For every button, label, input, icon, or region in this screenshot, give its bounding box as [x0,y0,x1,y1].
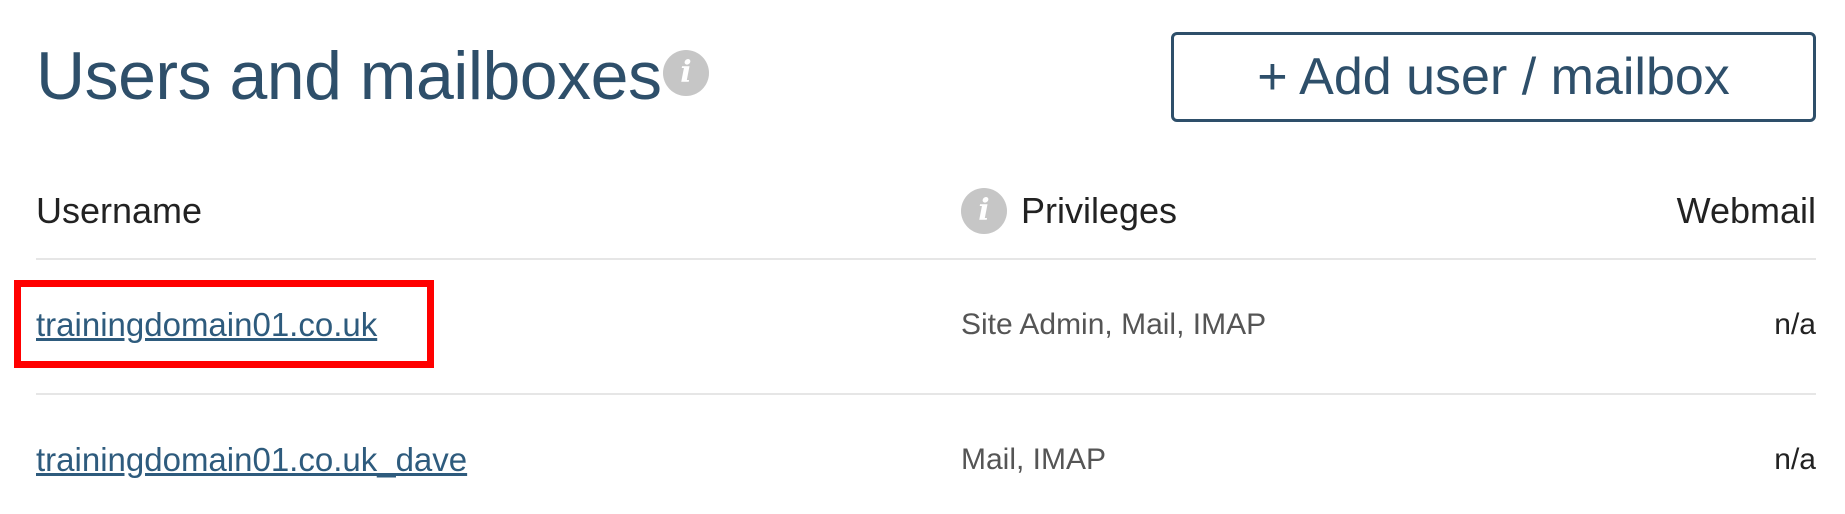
table-header: Username i Privileges Webmail [36,168,1816,260]
info-icon[interactable]: i [961,188,1007,234]
webmail-cell: n/a [1774,443,1816,476]
username-link[interactable]: trainingdomain01.co.uk_dave [36,441,467,479]
users-table: Username i Privileges Webmail trainingdo… [14,168,1816,514]
privileges-cell: Site Admin, Mail, IMAP [961,308,1267,341]
column-header-privileges: Privileges [1021,190,1178,231]
column-header-webmail: Webmail [1676,190,1816,231]
privileges-cell: Mail, IMAP [961,443,1107,476]
page-header: Users and mailboxes i + Add user / mailb… [36,32,1816,142]
table-row: trainingdomain01.co.uk Site Admin, Mail,… [14,260,1816,395]
users-mailboxes-page: Users and mailboxes i + Add user / mailb… [0,0,1845,514]
username-link[interactable]: trainingdomain01.co.uk [36,306,377,344]
page-title: Users and mailboxes [36,38,662,114]
webmail-cell: n/a [1774,308,1816,341]
info-icon[interactable]: i [663,50,709,96]
column-header-username: Username [36,190,203,231]
add-user-mailbox-button[interactable]: + Add user / mailbox [1171,32,1816,122]
table-row: trainingdomain01.co.uk_dave Mail, IMAP n… [36,395,1816,514]
